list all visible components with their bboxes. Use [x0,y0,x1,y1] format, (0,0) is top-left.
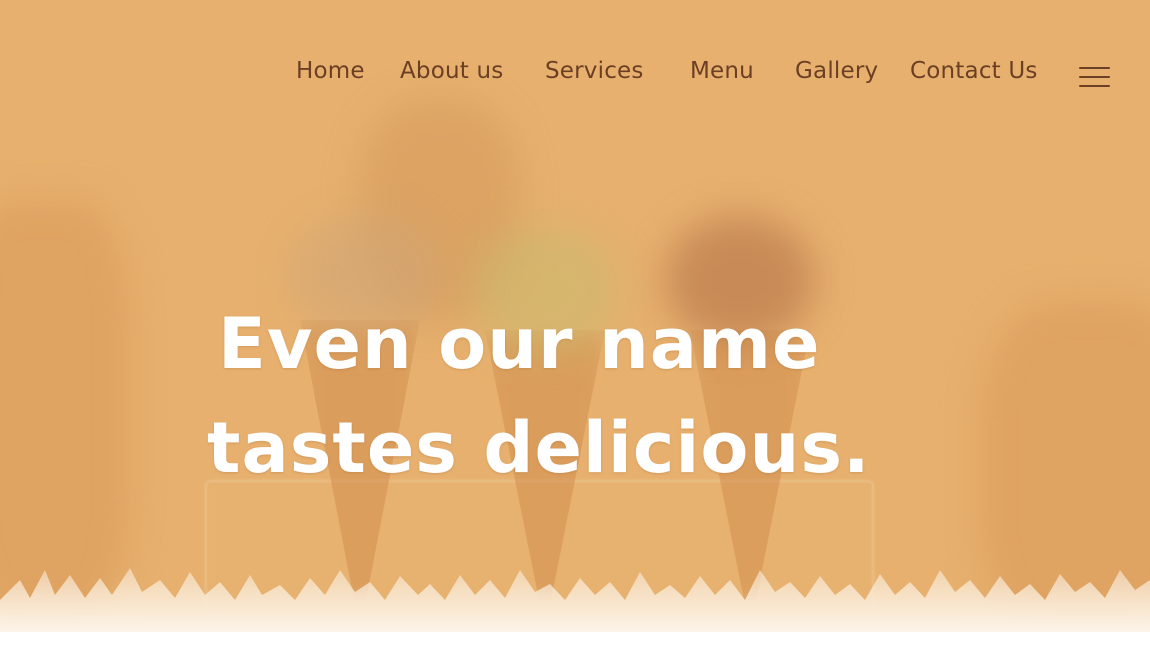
hero-headline-line-1: Even our name [218,302,821,385]
nav-item-gallery[interactable]: Gallery [795,58,878,84]
nav-item-services[interactable]: Services [545,58,644,84]
menu-icon-bar [1079,76,1110,78]
hamburger-menu-icon[interactable] [1079,65,1110,89]
menu-icon-bar [1079,67,1110,69]
hero-section: Home About us Services Menu Gallery Cont… [0,0,1150,650]
main-navigation: Home About us Services Menu Gallery Cont… [0,50,1150,100]
frosted-bottom-edge [0,568,1150,650]
menu-icon-bar [1079,85,1110,87]
nav-item-contact-us[interactable]: Contact Us [910,58,1038,84]
nav-item-home[interactable]: Home [296,58,365,84]
nav-item-menu[interactable]: Menu [690,58,754,84]
nav-item-about-us[interactable]: About us [400,58,503,84]
hero-headline-line-2: tastes delicious. [207,406,871,489]
